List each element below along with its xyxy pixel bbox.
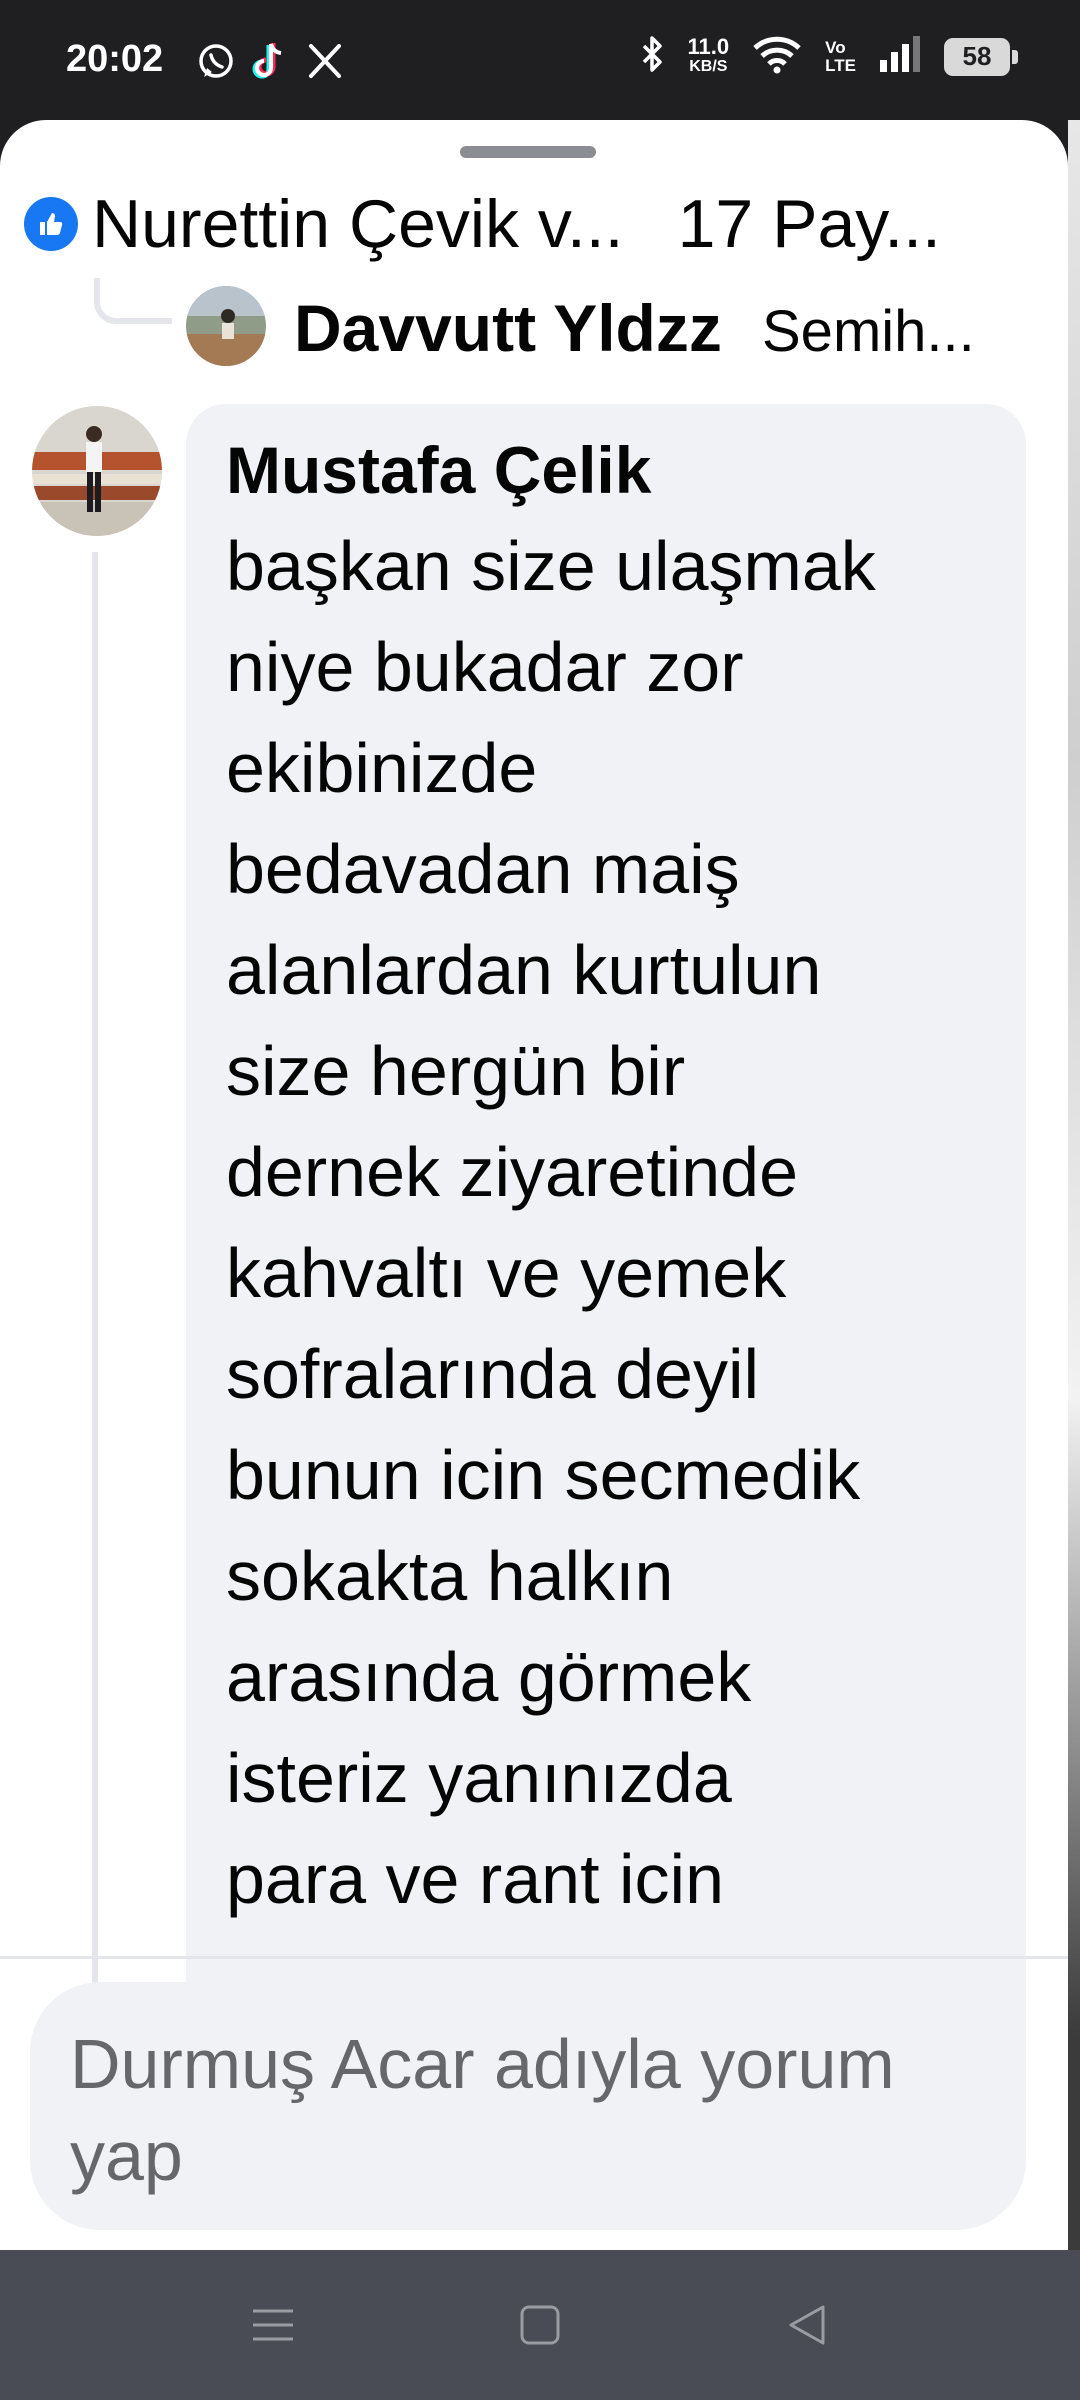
like-icon [24,197,78,251]
reply-connector-line [94,278,172,324]
reply-snippet: Semih... [762,299,975,364]
comment-input[interactable]: Durmuş Acar adıyla yorum yap [30,1982,1026,2230]
avatar[interactable] [186,286,266,366]
volte-indicator: Vo LTE [825,37,856,75]
comment-text: başkan size ulaşmak niye bukadar zor eki… [226,516,1006,1930]
tiktok-icon [252,40,290,87]
reply-author-name[interactable]: Davvutt Yldzz [294,290,722,366]
notification-icons [196,40,344,87]
whatsapp-icon [196,41,236,86]
background-content [1068,120,1080,2250]
status-time: 20:02 [66,38,164,80]
comment-line: başkan size ulaşmak [226,527,876,605]
comment-line: arasında görmek [226,1638,752,1716]
system-status: 11.0 KB/S Vo LTE 58 [640,33,1018,79]
comment-line: kahvaltı ve yemek [226,1234,787,1312]
comment-line: ekibinizde [226,729,538,807]
back-triangle-icon[interactable] [782,2300,832,2350]
comment-line: size hergün bir [226,1032,686,1110]
comment-input-placeholder: Durmuş Acar adıyla yorum yap [70,2025,895,2195]
composer-divider [0,1956,1068,1959]
comment-line: bunun icin secmedik [226,1436,861,1514]
reactors-names[interactable]: Nurettin Çevik v... [92,185,624,263]
battery-indicator: 58 [944,37,1018,76]
comment-line: sokakta halkın [226,1537,674,1615]
comment-line: dernek ziyaretinde [226,1133,798,1211]
comment-line: bedavadan maiş [226,830,740,908]
comment-line: sofralarında deyil [226,1335,760,1413]
thread-line [92,552,98,2082]
comment-line: alanlardan kurtulun [226,931,822,1009]
shares-count[interactable]: 17 Pay... [678,185,941,263]
comment-bubble[interactable]: Mustafa Çelik başkan size ulaşmak niye b… [186,404,1026,2124]
comments-sheet: Nurettin Çevik v... 17 Pay... Davvutt Yl… [0,120,1068,2250]
menu-icon[interactable] [248,2300,298,2350]
status-bar: 20:02 11.0 KB/S Vo LTE 58 [0,0,1080,120]
comment-line: niye bukadar zor [226,628,744,706]
avatar[interactable] [32,406,162,536]
reply-preview[interactable]: Davvutt Yldzz Semih... [90,278,1038,366]
system-nav-bar [0,2250,1080,2400]
comment-line: para ve rant icin [226,1840,725,1918]
comment-line: isteriz yanınızda [226,1739,732,1817]
signal-icon [878,34,922,79]
bluetooth-icon [640,34,666,79]
drag-handle[interactable] [460,146,596,158]
wifi-icon [751,34,803,79]
comment-author[interactable]: Mustafa Çelik [226,432,651,508]
network-speed: 11.0 KB/S [687,33,730,75]
x-icon [306,42,344,85]
reactions-header[interactable]: Nurettin Çevik v... 17 Pay... [24,184,1048,264]
home-square-icon[interactable] [515,2300,565,2350]
